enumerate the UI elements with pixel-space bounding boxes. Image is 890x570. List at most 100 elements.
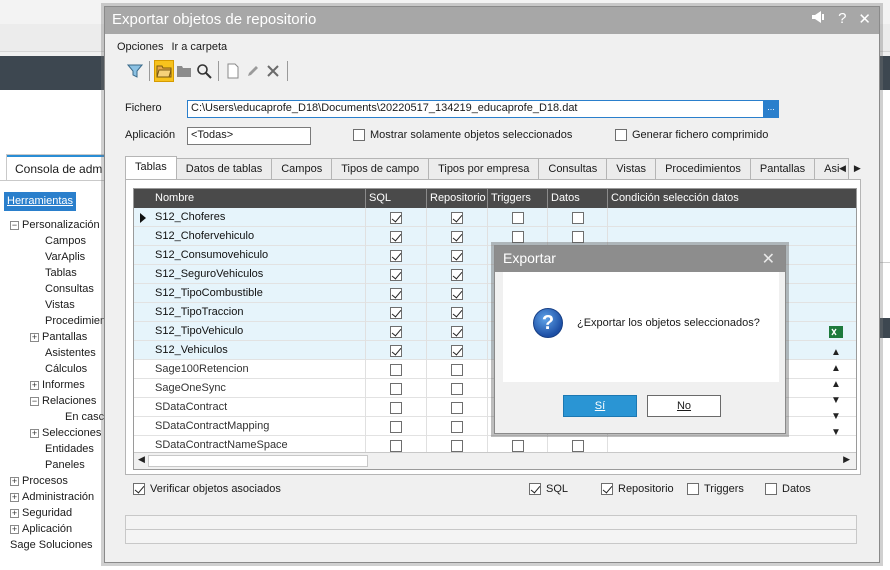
- expand-icon[interactable]: +: [10, 524, 19, 534]
- repo-checkbox[interactable]: [451, 268, 463, 281]
- fichero-field[interactable]: C:\Users\educaprofe_D18\Documents\202205…: [187, 100, 779, 118]
- scrollbar-thumb[interactable]: [148, 455, 368, 467]
- tree-node[interactable]: + Seguridad: [10, 505, 72, 521]
- move-up-icon[interactable]: ▲: [831, 379, 841, 390]
- repo-checkbox[interactable]: [451, 439, 463, 452]
- collapse-icon[interactable]: −: [30, 396, 39, 406]
- herramientas-tab[interactable]: Herramientas: [4, 192, 76, 211]
- repo-checkbox[interactable]: [451, 287, 463, 300]
- repo-checkbox[interactable]: [451, 249, 463, 262]
- tree-node[interactable]: Consultas: [30, 281, 94, 297]
- move-up-fast-icon[interactable]: ▲: [831, 363, 841, 374]
- move-down-icon[interactable]: ▼: [831, 395, 841, 406]
- folder-open-icon[interactable]: [154, 60, 174, 82]
- option-triggers[interactable]: Triggers: [687, 483, 744, 495]
- tab-tipos-de-campo[interactable]: Tipos de campo: [331, 158, 430, 179]
- trig-checkbox[interactable]: [511, 439, 524, 452]
- tree-node[interactable]: En casca: [50, 409, 110, 425]
- datos-checkbox[interactable]: [765, 483, 777, 495]
- tab-tablas[interactable]: Tablas: [125, 156, 177, 179]
- sql-checkbox[interactable]: [390, 287, 402, 300]
- tree-node[interactable]: Asistentes: [30, 345, 96, 361]
- expand-icon[interactable]: +: [10, 508, 19, 518]
- move-down-fast-icon[interactable]: ▼: [831, 411, 841, 422]
- trig-checkbox[interactable]: [511, 211, 524, 224]
- tree-node[interactable]: + Selecciones: [30, 425, 101, 441]
- collapse-icon[interactable]: −: [10, 220, 19, 230]
- tree-node[interactable]: + Informes: [30, 377, 85, 393]
- column-header[interactable]: Nombre: [152, 189, 366, 208]
- repo-checkbox[interactable]: [451, 344, 463, 357]
- sql-checkbox[interactable]: [390, 230, 402, 243]
- expand-icon[interactable]: +: [10, 476, 19, 486]
- menu-ir-a-carpeta[interactable]: Ir a carpeta: [171, 41, 227, 53]
- expand-icon[interactable]: +: [30, 332, 39, 342]
- scroll-left-icon[interactable]: ◀: [138, 454, 145, 465]
- help-icon[interactable]: ?: [838, 10, 846, 28]
- repo-checkbox[interactable]: [451, 211, 463, 224]
- condition-cell[interactable]: [608, 227, 856, 246]
- repo-checkbox[interactable]: [451, 306, 463, 319]
- tree-node[interactable]: VarAplis: [30, 249, 85, 265]
- sql-checkbox[interactable]: [390, 420, 402, 433]
- sql-checkbox[interactable]: [390, 401, 402, 414]
- filter-icon[interactable]: [125, 60, 145, 82]
- tab-datos-de-tablas[interactable]: Datos de tablas: [175, 158, 273, 179]
- sql-checkbox[interactable]: [390, 344, 402, 357]
- tree-node[interactable]: Sage Soluciones: [10, 537, 93, 553]
- tab-vistas[interactable]: Vistas: [606, 158, 657, 179]
- sql-checkbox[interactable]: [390, 325, 402, 338]
- expand-icon[interactable]: +: [10, 492, 19, 502]
- tree-node[interactable]: + Procesos: [10, 473, 68, 489]
- delete-icon[interactable]: [263, 60, 283, 82]
- horizontal-scrollbar[interactable]: ◀ ▶: [134, 452, 856, 469]
- tab-pantallas[interactable]: Pantallas: [749, 158, 816, 179]
- mostrar-option[interactable]: Mostrar solamente objetos seleccionados: [353, 129, 572, 141]
- sql-checkbox[interactable]: [390, 439, 402, 452]
- move-bottom-icon[interactable]: ▼: [831, 427, 841, 438]
- repo-checkbox[interactable]: [451, 401, 463, 414]
- column-header[interactable]: SQL: [366, 189, 427, 208]
- tree-node[interactable]: Entidades: [30, 441, 94, 457]
- mostrar-checkbox[interactable]: [353, 129, 365, 141]
- tree-node[interactable]: + Administración: [10, 489, 94, 505]
- sql-checkbox[interactable]: [390, 363, 402, 376]
- tab-consultas[interactable]: Consultas: [538, 158, 608, 179]
- tree-node[interactable]: Campos: [30, 233, 86, 249]
- tab-scroll-right-icon[interactable]: ▶: [854, 163, 861, 174]
- tree-node[interactable]: Procedimient: [30, 313, 109, 329]
- column-header[interactable]: Datos: [548, 189, 608, 208]
- option-repositorio[interactable]: Repositorio: [601, 483, 674, 495]
- tree-node[interactable]: + Pantallas: [30, 329, 87, 345]
- sql-checkbox[interactable]: [390, 249, 402, 262]
- verificar-option[interactable]: Verificar objetos asociados: [133, 483, 281, 495]
- generar-option[interactable]: Generar fichero comprimido: [615, 129, 768, 141]
- menu-opciones[interactable]: Opciones: [117, 41, 163, 53]
- browse-file-button[interactable]: ...: [763, 101, 779, 117]
- aplicacion-field[interactable]: <Todas>: [187, 127, 311, 145]
- new-document-icon[interactable]: [223, 60, 243, 82]
- sql-checkbox[interactable]: [390, 211, 402, 224]
- tab-tipos-por-empresa[interactable]: Tipos por empresa: [428, 158, 540, 179]
- search-icon[interactable]: [194, 60, 214, 82]
- condition-cell[interactable]: [608, 208, 856, 227]
- repo-checkbox[interactable]: [451, 382, 463, 395]
- tree-node[interactable]: Cálculos: [30, 361, 87, 377]
- column-header[interactable]: Repositorio: [427, 189, 488, 208]
- repo-checkbox[interactable]: [451, 230, 463, 243]
- tree-node[interactable]: Tablas: [30, 265, 77, 281]
- column-header[interactable]: Triggers: [488, 189, 548, 208]
- tab-scroll-left-icon[interactable]: ◀: [839, 163, 846, 174]
- edit-pencil-icon[interactable]: [243, 60, 263, 82]
- verificar-checkbox[interactable]: [133, 483, 145, 495]
- move-top-icon[interactable]: ▲: [831, 347, 841, 358]
- datos-checkbox[interactable]: [571, 211, 584, 224]
- triggers-checkbox[interactable]: [687, 483, 699, 495]
- close-icon[interactable]: ✕: [858, 10, 871, 28]
- repo-checkbox[interactable]: [451, 325, 463, 338]
- tree-node[interactable]: Paneles: [30, 457, 85, 473]
- generar-checkbox[interactable]: [615, 129, 627, 141]
- expand-icon[interactable]: +: [30, 380, 39, 390]
- option-sql[interactable]: SQL: [529, 483, 568, 495]
- console-tab[interactable]: Consola de adm: [6, 154, 110, 180]
